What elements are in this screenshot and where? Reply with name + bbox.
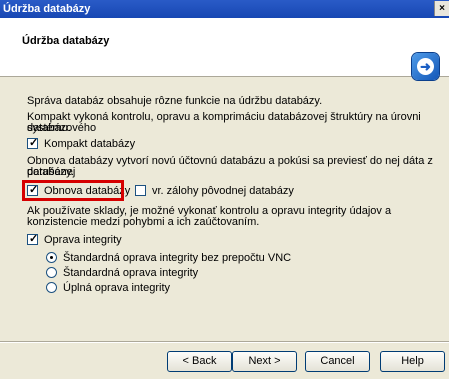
radio-label-standard-no-vnc[interactable]: Štandardná oprava integrity bez prepočtu… xyxy=(63,252,291,264)
restore-description-line2: databázy. xyxy=(27,166,74,178)
app-logo-icon: ➜ xyxy=(412,53,439,80)
window-title: Údržba databázy xyxy=(3,3,91,15)
integrity-description-line2: konzistencie medzi pohybmi a ich zaúčtov… xyxy=(27,216,260,228)
radio-label-standard[interactable]: Štandardná oprava integrity xyxy=(63,267,198,279)
back-button[interactable]: < Back xyxy=(167,351,232,372)
compact-description-line2: systému. xyxy=(27,122,72,134)
radio-label-full[interactable]: Úplná oprava integrity xyxy=(63,282,170,294)
wizard-header: Údržba databázy ➜ xyxy=(0,18,449,80)
help-button[interactable]: Help xyxy=(380,351,445,372)
next-button[interactable]: Next > xyxy=(232,351,297,372)
backups-checkbox[interactable] xyxy=(135,185,146,196)
divider xyxy=(0,341,449,343)
intro-text: Správa databáz obsahuje rôzne funkcie na… xyxy=(27,95,323,107)
compact-description-line1: Kompakt vykoná kontrolu, opravu a kompri… xyxy=(27,111,421,134)
radio-full[interactable] xyxy=(46,282,57,293)
title-bar: Údržba databázy × xyxy=(0,0,449,18)
logo-glyph: ➜ xyxy=(417,58,434,75)
radio-standard-no-vnc[interactable] xyxy=(46,252,57,263)
highlight-box xyxy=(22,180,124,201)
radio-standard[interactable] xyxy=(46,267,57,278)
compact-label[interactable]: Kompakt databázy xyxy=(44,138,135,150)
page-title: Údržba databázy xyxy=(22,35,110,47)
integrity-label[interactable]: Oprava integrity xyxy=(44,234,122,246)
compact-checkbox[interactable] xyxy=(27,136,38,149)
close-icon[interactable]: × xyxy=(434,1,449,16)
backups-label[interactable]: vr. zálohy pôvodnej databázy xyxy=(152,185,294,197)
integrity-checkbox[interactable] xyxy=(27,232,38,245)
restore-description-line1: Obnova databázy vytvorí novú účtovnú dat… xyxy=(27,155,433,178)
cancel-button[interactable]: Cancel xyxy=(305,351,370,372)
